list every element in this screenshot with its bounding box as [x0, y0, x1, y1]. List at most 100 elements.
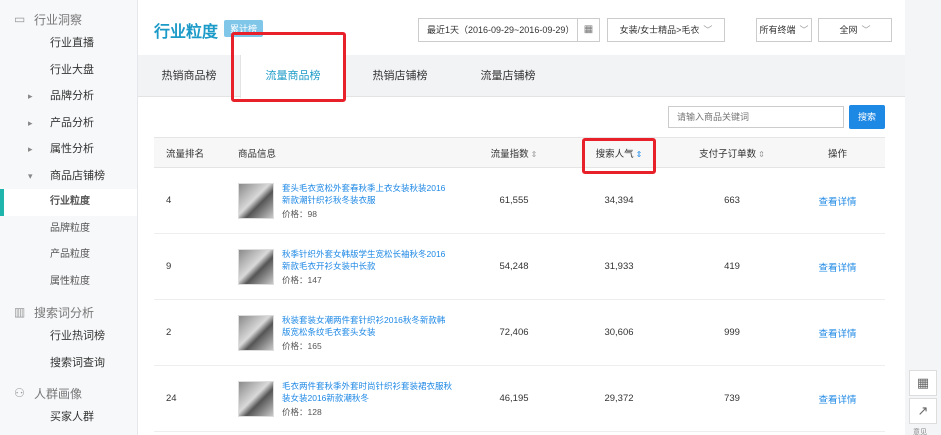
category-select[interactable]: 女装/女士精品>毛衣 ﹀ — [607, 18, 725, 42]
orders-cell: 999 — [674, 299, 790, 366]
people-icon: ⚇ — [14, 386, 25, 400]
sidebar-item-hot-words[interactable]: 行业热词榜 — [0, 323, 137, 350]
product-name-link[interactable]: 套头毛衣宽松外套春秋季上衣女装秋装2016新款潮针织衫秋冬装衣服 — [282, 182, 452, 206]
traffic-cell: 54,248 — [464, 233, 564, 300]
product-thumbnail[interactable] — [238, 314, 274, 351]
price-value: 147 — [307, 274, 322, 285]
sidebar-group-label: 行业洞察 — [34, 12, 83, 27]
qr-code-icon[interactable]: ▦ — [909, 370, 937, 396]
terminal-select-value: 所有终端 — [759, 25, 796, 35]
price-value: 165 — [307, 340, 322, 351]
traffic-cell: 46,195 — [464, 365, 564, 432]
col-rank: 流量排名 — [154, 137, 226, 168]
traffic-cell: 61,555 — [464, 167, 564, 234]
page-title: 行业粒度 — [154, 24, 219, 41]
rank-cell: 24 — [154, 365, 226, 432]
product-price: 价格：147 — [282, 274, 452, 286]
highlight-box-tab — [231, 32, 346, 102]
product-cell: 毛衣两件套秋季外套时尚针织衫套装裙衣服秋装女装2016新款潮秋冬 价格：128 — [226, 365, 464, 432]
sidebar-item-product-analysis[interactable]: 产品分析 — [0, 110, 137, 137]
price-value: 98 — [307, 208, 317, 219]
col-paid-orders[interactable]: 支付子订单数 ⇕ — [674, 137, 790, 168]
sidebar-item-industry-granularity[interactable]: 行业粒度 — [0, 189, 137, 216]
sidebar-item-industry-overview[interactable]: 行业大盘 — [0, 57, 137, 84]
popularity-cell: 30,606 — [564, 299, 674, 366]
chevron-down-icon: ﹀ — [861, 25, 871, 35]
chevron-down-icon: ﹀ — [799, 25, 809, 35]
product-thumbnail[interactable] — [238, 248, 274, 285]
traffic-cell: 72,406 — [464, 299, 564, 366]
sort-icon: ⇕ — [758, 149, 765, 159]
sidebar-group-insight[interactable]: ▭ 行业洞察 — [0, 8, 137, 30]
price-prefix: 价格： — [282, 340, 308, 351]
tab-traffic-shops[interactable]: 流量店铺榜 — [454, 55, 562, 97]
calendar-icon[interactable]: ▦ — [577, 18, 600, 42]
sidebar-item-attribute-granularity[interactable]: 属性粒度 — [0, 269, 137, 296]
network-select-value: 全网 — [839, 25, 858, 35]
view-details-link[interactable]: 查看详情 — [790, 365, 885, 432]
sidebar: ▭ 行业洞察 行业直播 行业大盘 品牌分析 产品分析 属性分析 商品店铺榜 行业… — [0, 0, 138, 435]
product-search-input[interactable] — [668, 106, 844, 128]
table-row: 4 套头毛衣宽松外套春秋季上衣女装秋装2016新款潮针织衫秋冬装衣服 价格：98… — [154, 167, 885, 234]
network-select[interactable]: 全网 ﹀ — [818, 18, 892, 42]
product-cell: 秋季针织外套女韩版学生宽松长袖秋冬2016新款毛衣开衫女装中长款 价格：147 — [226, 233, 464, 300]
chevron-down-icon: ﹀ — [703, 25, 713, 35]
category-select-value: 女装/女士精品>毛衣 — [619, 25, 700, 35]
product-name-link[interactable]: 秋装套装女潮两件套针织衫2016秋冬新款韩版宽松条纹毛衣套头女装 — [282, 314, 452, 338]
product-name-link[interactable]: 秋季针织外套女韩版学生宽松长袖秋冬2016新款毛衣开衫女装中长款 — [282, 248, 452, 272]
orders-cell: 739 — [674, 365, 790, 432]
popularity-cell: 34,394 — [564, 167, 674, 234]
main-panel: 行业粒度 累计榜 最近1天（2016-09-29~2016-09-29） ▦ 女… — [138, 0, 905, 435]
view-details-link[interactable]: 查看详情 — [790, 233, 885, 300]
table-row: 24 毛衣两件套秋季外套时尚针织衫套装裙衣服秋装女装2016新款潮秋冬 价格：1… — [154, 365, 885, 432]
sidebar-item-buyer-crowd[interactable]: 买家人群 — [0, 404, 137, 431]
sidebar-group-label: 人群画像 — [34, 386, 83, 401]
sidebar-item-word-query[interactable]: 搜索词查询 — [0, 350, 137, 377]
sidebar-item-industry-live[interactable]: 行业直播 — [0, 30, 137, 57]
col-action: 操作 — [790, 137, 885, 168]
monitor-icon: ▭ — [14, 12, 26, 26]
sidebar-group-label: 搜索词分析 — [34, 305, 95, 320]
view-details-link[interactable]: 查看详情 — [790, 167, 885, 234]
search-button[interactable]: 搜索 — [849, 105, 885, 129]
table-row: 9 秋季针织外套女韩版学生宽松长袖秋冬2016新款毛衣开衫女装中长款 价格：14… — [154, 233, 885, 300]
sidebar-item-product-shop-rank[interactable]: 商品店铺榜 — [0, 163, 137, 190]
product-table: 流量排名 商品信息 流量指数 ⇕ 搜索人气 ⇕ 支付子订单数 ⇕ 操作 4 套头毛衣宽… — [154, 137, 885, 432]
share-icon[interactable]: ↗ — [909, 398, 937, 424]
col-traffic-index-label: 流量指数 — [490, 148, 529, 160]
rank-cell: 4 — [154, 167, 226, 234]
product-thumbnail[interactable] — [238, 182, 274, 219]
popularity-cell: 31,933 — [564, 233, 674, 300]
bar-chart-icon: ▥ — [14, 305, 26, 319]
tab-hot-products[interactable]: 热销商品榜 — [138, 55, 240, 97]
sidebar-group-crowd[interactable]: ⚇ 人群画像 — [0, 382, 137, 404]
sidebar-item-product-granularity[interactable]: 产品粒度 — [0, 242, 137, 269]
right-rail: ▦ ↗ 意见 — [905, 0, 941, 435]
sort-icon: ⇕ — [530, 149, 538, 159]
price-prefix: 价格： — [282, 208, 308, 219]
view-details-link[interactable]: 查看详情 — [790, 299, 885, 366]
sidebar-group-search[interactable]: ▥ 搜索词分析 — [0, 301, 137, 323]
col-paid-orders-label: 支付子订单数 — [699, 148, 757, 160]
product-price: 价格：98 — [282, 208, 452, 220]
rank-cell: 9 — [154, 233, 226, 300]
product-price: 价格：165 — [282, 340, 452, 352]
sidebar-item-brand-analysis[interactable]: 品牌分析 — [0, 83, 137, 110]
feedback-label[interactable]: 意见 — [913, 427, 927, 435]
product-price: 价格：128 — [282, 406, 452, 418]
tab-hot-shops[interactable]: 热销店铺榜 — [346, 55, 454, 97]
highlight-box-column — [582, 138, 656, 174]
col-traffic-index[interactable]: 流量指数 ⇕ — [464, 137, 564, 168]
orders-cell: 663 — [674, 167, 790, 234]
product-thumbnail[interactable] — [238, 380, 274, 417]
date-range-picker[interactable]: 最近1天（2016-09-29~2016-09-29） — [418, 18, 600, 42]
price-value: 128 — [307, 406, 322, 417]
sidebar-item-attribute-analysis[interactable]: 属性分析 — [0, 136, 137, 163]
terminal-select[interactable]: 所有终端 ﹀ — [756, 18, 812, 42]
sidebar-item-brand-granularity[interactable]: 品牌粒度 — [0, 216, 137, 243]
price-prefix: 价格： — [282, 406, 308, 417]
product-cell: 秋装套装女潮两件套针织衫2016秋冬新款韩版宽松条纹毛衣套头女装 价格：165 — [226, 299, 464, 366]
product-name-link[interactable]: 毛衣两件套秋季外套时尚针织衫套装裙衣服秋装女装2016新款潮秋冬 — [282, 380, 452, 404]
price-prefix: 价格： — [282, 274, 308, 285]
orders-cell: 419 — [674, 233, 790, 300]
